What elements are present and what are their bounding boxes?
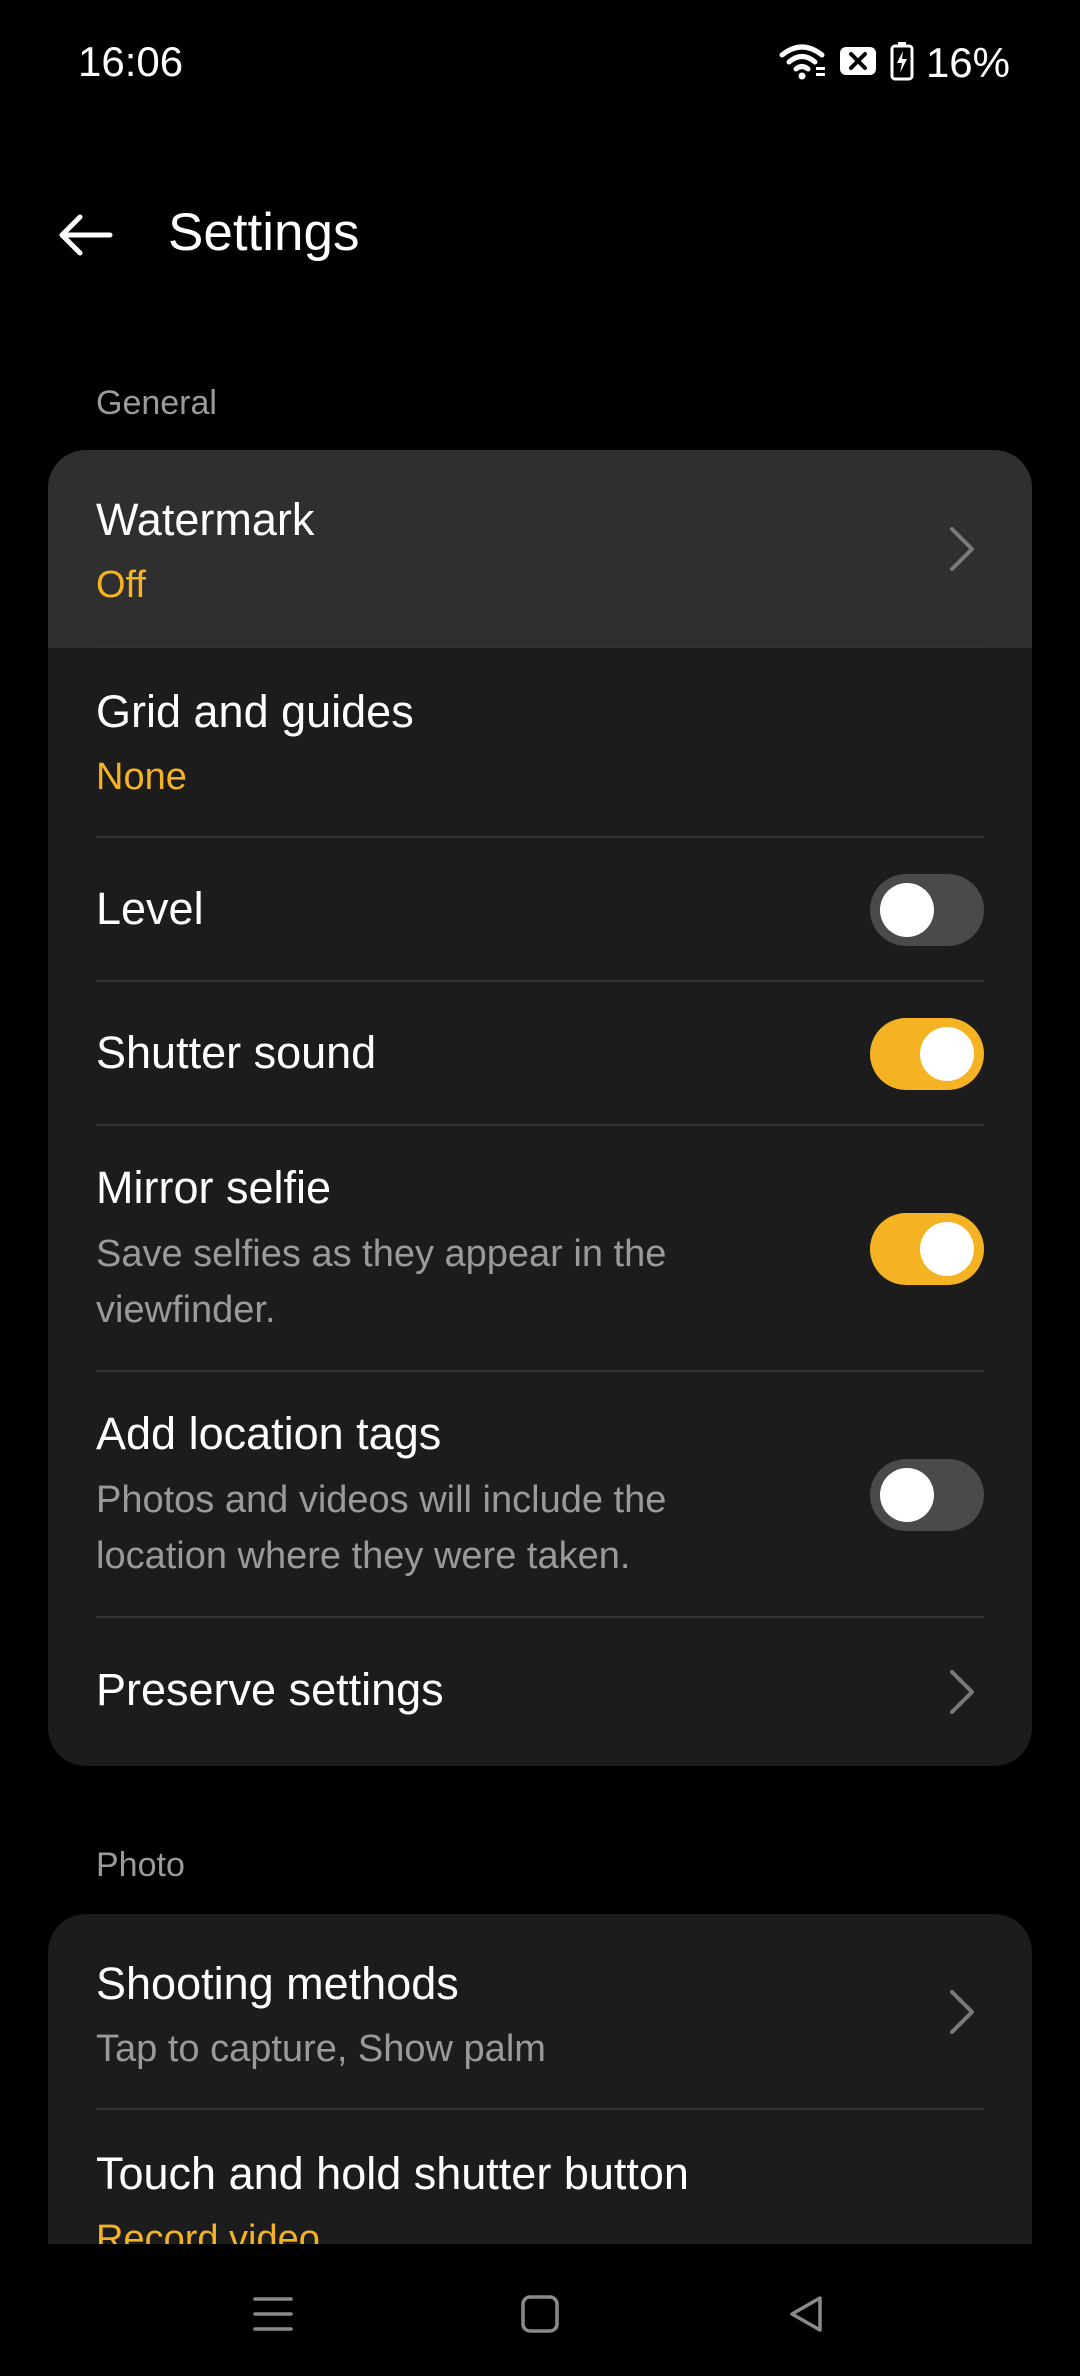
photo-settings-card: Shooting methods Tap to capture, Show pa…: [48, 1914, 1032, 2244]
watermark-row[interactable]: Watermark Off: [48, 450, 1032, 648]
grid-value: None: [96, 756, 187, 798]
touch-hold-value: Record video: [96, 2218, 320, 2244]
navigation-bar: [0, 2244, 1080, 2376]
grid-title: Grid and guides: [96, 686, 414, 737]
toggle-knob: [880, 883, 934, 937]
home-icon: [521, 2295, 559, 2333]
section-label-photo: Photo: [96, 1846, 185, 1884]
back-icon: [790, 2296, 822, 2332]
status-icons: 16%: [778, 39, 1010, 86]
preserve-settings-row[interactable]: Preserve settings: [48, 1618, 1032, 1766]
mirror-selfie-description: Save selfies as they appear in the viewf…: [96, 1233, 667, 1331]
toggle-knob: [920, 1027, 974, 1081]
home-button[interactable]: [500, 2274, 580, 2354]
chevron-right-icon: [950, 527, 974, 571]
level-toggle[interactable]: [870, 874, 984, 946]
page-title: Settings: [168, 203, 360, 262]
watermark-title: Watermark: [96, 494, 315, 545]
level-row[interactable]: Level: [48, 838, 1032, 982]
grid-and-guides-row[interactable]: Grid and guides None: [48, 648, 1032, 838]
chevron-right-icon: [950, 1670, 974, 1714]
menu-icon: [253, 2297, 293, 2331]
battery-charging-icon: [890, 41, 914, 86]
recent-apps-button[interactable]: [233, 2274, 313, 2354]
back-button[interactable]: [40, 195, 130, 275]
shutter-sound-title: Shutter sound: [96, 1027, 377, 1078]
mirror-selfie-row[interactable]: Mirror selfie Save selfies as they appea…: [48, 1126, 1032, 1372]
location-tags-toggle[interactable]: [870, 1459, 984, 1531]
wifi-icon: [778, 41, 826, 86]
location-tags-title: Add location tags: [96, 1408, 442, 1459]
chevron-right-icon: [950, 1990, 974, 2034]
watermark-value: Off: [96, 564, 146, 606]
shooting-methods-value: Tap to capture, Show palm: [96, 2028, 546, 2070]
shooting-methods-title: Shooting methods: [96, 1958, 459, 2009]
touch-hold-title: Touch and hold shutter button: [96, 2148, 689, 2199]
battery-percentage: 16%: [925, 39, 1010, 86]
shutter-sound-toggle[interactable]: [870, 1018, 984, 1090]
general-settings-card: Watermark Off Grid and guides None Level…: [48, 450, 1032, 1766]
toggle-knob: [880, 1468, 934, 1522]
mirror-selfie-title: Mirror selfie: [96, 1162, 332, 1213]
location-tags-description: Photos and videos will include the locat…: [96, 1479, 667, 1577]
status-bar: 16:06 16%: [0, 0, 1080, 130]
app-bar: Settings: [0, 180, 1080, 290]
arrow-left-icon: [59, 214, 113, 256]
location-tags-row[interactable]: Add location tags Photos and videos will…: [48, 1372, 1032, 1618]
no-sim-icon: [838, 44, 878, 83]
mirror-selfie-toggle[interactable]: [870, 1213, 984, 1285]
status-time: 16:06: [78, 38, 184, 85]
shutter-sound-row[interactable]: Shutter sound: [48, 982, 1032, 1126]
shooting-methods-row[interactable]: Shooting methods Tap to capture, Show pa…: [48, 1914, 1032, 2110]
section-label-general: General: [96, 384, 217, 422]
toggle-knob: [920, 1222, 974, 1276]
system-back-button[interactable]: [766, 2274, 846, 2354]
touch-hold-shutter-row[interactable]: Touch and hold shutter button Record vid…: [48, 2110, 1032, 2244]
preserve-settings-title: Preserve settings: [96, 1664, 444, 1715]
level-title: Level: [96, 883, 204, 934]
